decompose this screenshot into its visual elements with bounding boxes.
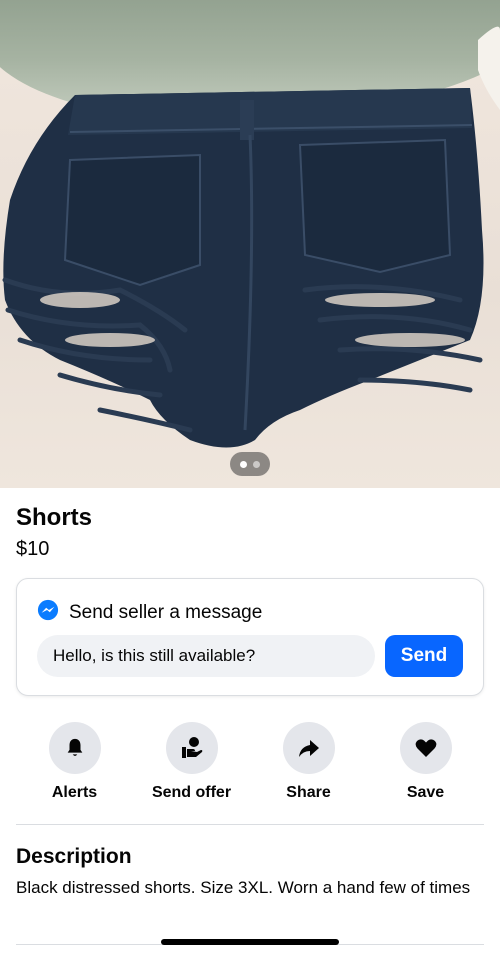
message-input[interactable]: Hello, is this still available? bbox=[37, 635, 375, 677]
heart-icon bbox=[399, 722, 452, 774]
message-card: Send seller a message Hello, is this sti… bbox=[16, 578, 484, 696]
shorts-image bbox=[2, 26, 500, 448]
listing-title: Shorts bbox=[16, 504, 93, 531]
send-offer-label: Send offer bbox=[151, 784, 232, 801]
bell-icon bbox=[48, 722, 101, 774]
pager-dot-active bbox=[240, 460, 247, 468]
action-bar: Alerts Send offer Share Save bbox=[16, 722, 484, 806]
home-indicator[interactable] bbox=[161, 939, 339, 945]
alerts-button[interactable]: Alerts bbox=[16, 722, 133, 802]
messenger-icon bbox=[37, 599, 59, 626]
save-label: Save bbox=[406, 784, 445, 801]
alerts-label: Alerts bbox=[51, 784, 98, 801]
divider bbox=[16, 824, 484, 825]
description-title: Description bbox=[16, 845, 132, 868]
listing-price: $10 bbox=[16, 538, 50, 560]
listing-photo[interactable] bbox=[0, 0, 500, 488]
offer-hand-icon bbox=[165, 722, 218, 774]
share-arrow-icon bbox=[282, 722, 335, 774]
save-button[interactable]: Save bbox=[367, 722, 484, 802]
pager-dot bbox=[253, 460, 260, 468]
message-header: Send seller a message bbox=[37, 599, 262, 626]
send-button[interactable]: Send bbox=[385, 635, 463, 677]
description-text: Black distressed shorts. Size 3XL. Worn … bbox=[16, 878, 471, 897]
send-offer-button[interactable]: Send offer bbox=[133, 722, 250, 802]
share-button[interactable]: Share bbox=[250, 722, 367, 802]
message-heading: Send seller a message bbox=[69, 601, 263, 623]
photo-pager[interactable] bbox=[230, 452, 270, 476]
share-label: Share bbox=[286, 784, 331, 801]
